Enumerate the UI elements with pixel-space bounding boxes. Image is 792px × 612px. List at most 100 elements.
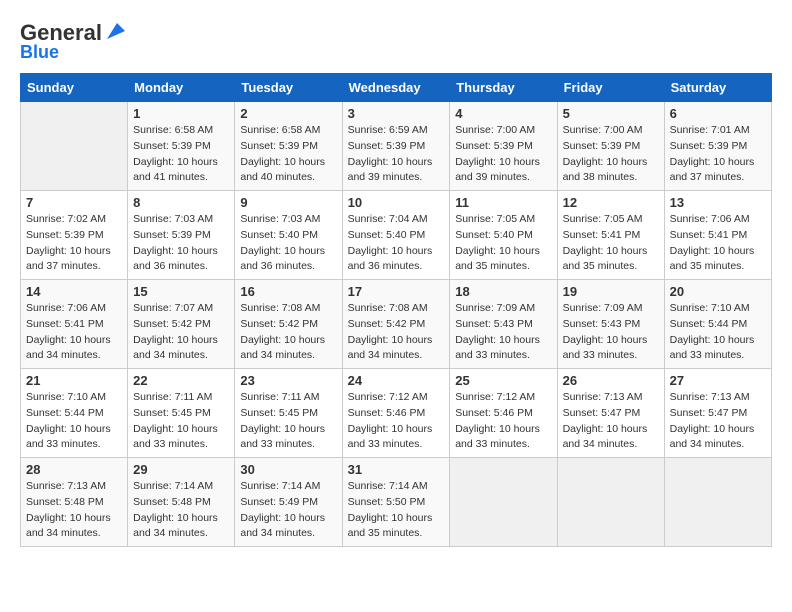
- day-info: Sunrise: 7:08 AMSunset: 5:42 PMDaylight:…: [348, 301, 445, 364]
- day-cell: 26 Sunrise: 7:13 AMSunset: 5:47 PMDayligh…: [557, 369, 664, 458]
- day-info: Sunrise: 7:04 AMSunset: 5:40 PMDaylight:…: [348, 212, 445, 275]
- day-cell: 25 Sunrise: 7:12 AMSunset: 5:46 PMDayligh…: [450, 369, 557, 458]
- day-number: 3: [348, 106, 445, 121]
- day-cell: 11 Sunrise: 7:05 AMSunset: 5:40 PMDayligh…: [450, 191, 557, 280]
- day-cell: [664, 458, 771, 547]
- day-cell: [557, 458, 664, 547]
- day-number: 16: [240, 284, 336, 299]
- week-row-2: 7 Sunrise: 7:02 AMSunset: 5:39 PMDaylight…: [21, 191, 772, 280]
- day-number: 9: [240, 195, 336, 210]
- day-cell: 3Sunrise: 6:59 AMSunset: 5:39 PMDaylight…: [342, 102, 450, 191]
- week-row-4: 21Sunrise: 7:10 AMSunset: 5:44 PMDayligh…: [21, 369, 772, 458]
- day-number: 30: [240, 462, 336, 477]
- day-number: 31: [348, 462, 445, 477]
- logo-arrow-icon: [103, 21, 125, 43]
- day-cell: 16 Sunrise: 7:08 AMSunset: 5:42 PMDayligh…: [235, 280, 342, 369]
- day-info: Sunrise: 7:05 AMSunset: 5:40 PMDaylight:…: [455, 212, 551, 275]
- day-number: 24: [348, 373, 445, 388]
- day-info: Sunrise: 7:09 AMSunset: 5:43 PMDaylight:…: [455, 301, 551, 364]
- day-info: Sunrise: 7:09 AMSunset: 5:43 PMDaylight:…: [563, 301, 659, 364]
- header-cell-tuesday: Tuesday: [235, 74, 342, 102]
- day-cell: 1 Sunrise: 6:58 AMSunset: 5:39 PMDaylight…: [128, 102, 235, 191]
- day-number: 4: [455, 106, 551, 121]
- day-cell: 27 Sunrise: 7:13 AMSunset: 5:47 PMDayligh…: [664, 369, 771, 458]
- day-cell: 10 Sunrise: 7:04 AMSunset: 5:40 PMDayligh…: [342, 191, 450, 280]
- day-info: Sunrise: 7:03 AMSunset: 5:39 PMDaylight:…: [133, 212, 229, 275]
- day-number: 14: [26, 284, 122, 299]
- day-cell: 14 Sunrise: 7:06 AMSunset: 5:41 PMDayligh…: [21, 280, 128, 369]
- day-info: Sunrise: 7:07 AMSunset: 5:42 PMDaylight:…: [133, 301, 229, 364]
- day-cell: 23Sunrise: 7:11 AMSunset: 5:45 PMDayligh…: [235, 369, 342, 458]
- header-cell-sunday: Sunday: [21, 74, 128, 102]
- day-cell: 15 Sunrise: 7:07 AMSunset: 5:42 PMDayligh…: [128, 280, 235, 369]
- header-cell-saturday: Saturday: [664, 74, 771, 102]
- day-cell: 22Sunrise: 7:11 AMSunset: 5:45 PMDayligh…: [128, 369, 235, 458]
- day-cell: 21Sunrise: 7:10 AMSunset: 5:44 PMDayligh…: [21, 369, 128, 458]
- header-cell-friday: Friday: [557, 74, 664, 102]
- day-cell: [450, 458, 557, 547]
- day-cell: 17 Sunrise: 7:08 AMSunset: 5:42 PMDayligh…: [342, 280, 450, 369]
- day-number: 11: [455, 195, 551, 210]
- day-number: 28: [26, 462, 122, 477]
- day-number: 8: [133, 195, 229, 210]
- day-info: Sunrise: 7:10 AMSunset: 5:44 PMDaylight:…: [26, 390, 122, 453]
- day-info: Sunrise: 7:02 AMSunset: 5:39 PMDaylight:…: [26, 212, 122, 275]
- day-number: 10: [348, 195, 445, 210]
- day-cell: 31 Sunrise: 7:14 AMSunset: 5:50 PMDayligh…: [342, 458, 450, 547]
- day-cell: 5 Sunrise: 7:00 AMSunset: 5:39 PMDaylight…: [557, 102, 664, 191]
- week-row-1: 1 Sunrise: 6:58 AMSunset: 5:39 PMDaylight…: [21, 102, 772, 191]
- day-info: Sunrise: 7:06 AMSunset: 5:41 PMDaylight:…: [26, 301, 122, 364]
- day-info: Sunrise: 7:03 AMSunset: 5:40 PMDaylight:…: [240, 212, 336, 275]
- day-info: Sunrise: 7:00 AMSunset: 5:39 PMDaylight:…: [455, 123, 551, 186]
- day-cell: 12 Sunrise: 7:05 AMSunset: 5:41 PMDayligh…: [557, 191, 664, 280]
- day-cell: 4 Sunrise: 7:00 AMSunset: 5:39 PMDaylight…: [450, 102, 557, 191]
- day-number: 20: [670, 284, 766, 299]
- day-cell: 20Sunrise: 7:10 AMSunset: 5:44 PMDayligh…: [664, 280, 771, 369]
- day-info: Sunrise: 7:13 AMSunset: 5:48 PMDaylight:…: [26, 479, 122, 542]
- day-number: 29: [133, 462, 229, 477]
- header-row: SundayMondayTuesdayWednesdayThursdayFrid…: [21, 74, 772, 102]
- day-info: Sunrise: 7:14 AMSunset: 5:50 PMDaylight:…: [348, 479, 445, 542]
- day-cell: 28 Sunrise: 7:13 AMSunset: 5:48 PMDayligh…: [21, 458, 128, 547]
- day-cell: 9 Sunrise: 7:03 AMSunset: 5:40 PMDaylight…: [235, 191, 342, 280]
- day-number: 17: [348, 284, 445, 299]
- day-number: 15: [133, 284, 229, 299]
- day-info: Sunrise: 7:05 AMSunset: 5:41 PMDaylight:…: [563, 212, 659, 275]
- day-info: Sunrise: 7:13 AMSunset: 5:47 PMDaylight:…: [563, 390, 659, 453]
- day-cell: 6 Sunrise: 7:01 AMSunset: 5:39 PMDaylight…: [664, 102, 771, 191]
- header-cell-monday: Monday: [128, 74, 235, 102]
- day-info: Sunrise: 7:13 AMSunset: 5:47 PMDaylight:…: [670, 390, 766, 453]
- week-row-5: 28 Sunrise: 7:13 AMSunset: 5:48 PMDayligh…: [21, 458, 772, 547]
- day-cell: 29Sunrise: 7:14 AMSunset: 5:48 PMDayligh…: [128, 458, 235, 547]
- day-info: Sunrise: 7:11 AMSunset: 5:45 PMDaylight:…: [240, 390, 336, 453]
- day-number: 13: [670, 195, 766, 210]
- day-number: 7: [26, 195, 122, 210]
- week-row-3: 14 Sunrise: 7:06 AMSunset: 5:41 PMDayligh…: [21, 280, 772, 369]
- day-cell: [21, 102, 128, 191]
- header-cell-wednesday: Wednesday: [342, 74, 450, 102]
- day-info: Sunrise: 7:00 AMSunset: 5:39 PMDaylight:…: [563, 123, 659, 186]
- day-number: 26: [563, 373, 659, 388]
- header-cell-thursday: Thursday: [450, 74, 557, 102]
- day-info: Sunrise: 7:01 AMSunset: 5:39 PMDaylight:…: [670, 123, 766, 186]
- day-cell: 19Sunrise: 7:09 AMSunset: 5:43 PMDayligh…: [557, 280, 664, 369]
- day-number: 5: [563, 106, 659, 121]
- day-info: Sunrise: 7:12 AMSunset: 5:46 PMDaylight:…: [455, 390, 551, 453]
- day-info: Sunrise: 6:58 AMSunset: 5:39 PMDaylight:…: [240, 123, 336, 186]
- logo: General Blue: [20, 20, 125, 63]
- day-number: 6: [670, 106, 766, 121]
- day-info: Sunrise: 6:58 AMSunset: 5:39 PMDaylight:…: [133, 123, 229, 186]
- day-number: 12: [563, 195, 659, 210]
- logo-blue: Blue: [20, 42, 59, 63]
- day-number: 2: [240, 106, 336, 121]
- day-info: Sunrise: 7:08 AMSunset: 5:42 PMDaylight:…: [240, 301, 336, 364]
- day-number: 18: [455, 284, 551, 299]
- day-number: 22: [133, 373, 229, 388]
- day-number: 27: [670, 373, 766, 388]
- day-cell: 24Sunrise: 7:12 AMSunset: 5:46 PMDayligh…: [342, 369, 450, 458]
- day-cell: 2 Sunrise: 6:58 AMSunset: 5:39 PMDaylight…: [235, 102, 342, 191]
- day-cell: 8 Sunrise: 7:03 AMSunset: 5:39 PMDaylight…: [128, 191, 235, 280]
- day-info: Sunrise: 7:14 AMSunset: 5:49 PMDaylight:…: [240, 479, 336, 542]
- day-number: 1: [133, 106, 229, 121]
- day-number: 25: [455, 373, 551, 388]
